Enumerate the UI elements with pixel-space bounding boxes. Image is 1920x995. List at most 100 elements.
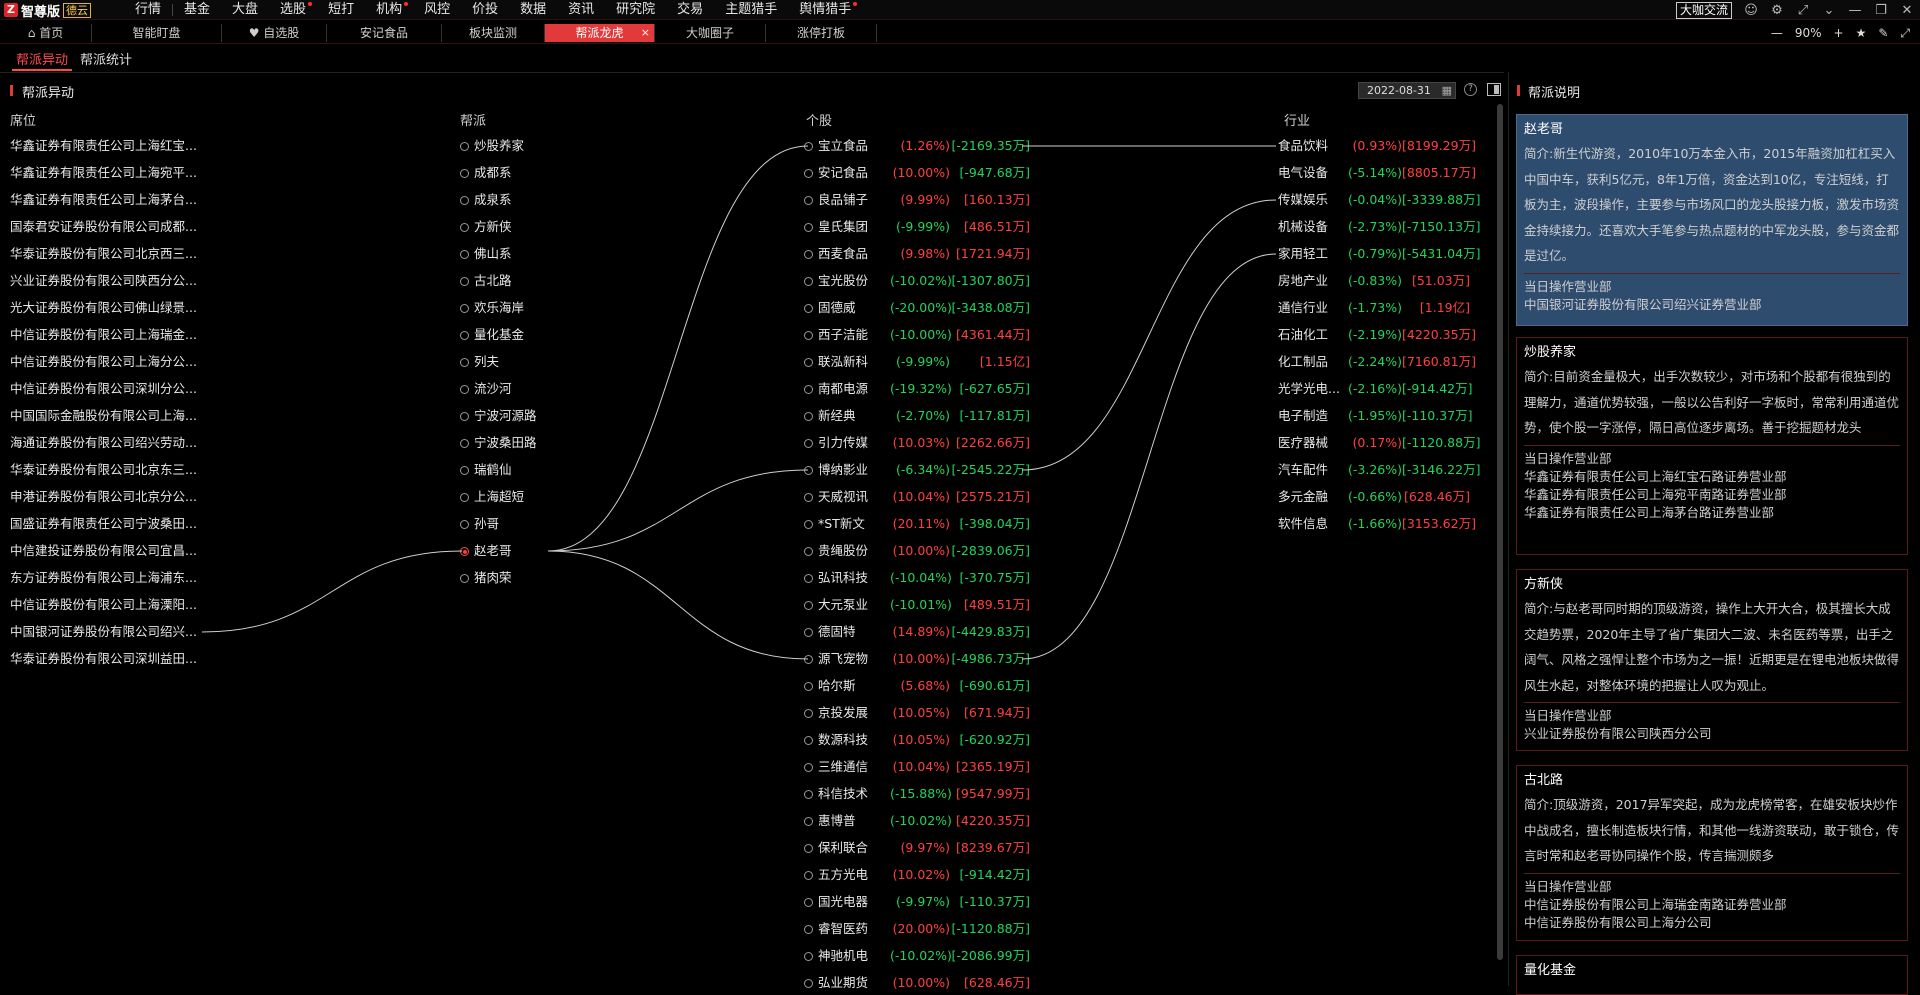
- radio-button[interactable]: [804, 439, 813, 448]
- stock-row[interactable]: 大元泵业 (-10.01%) [489.51万]: [804, 595, 1030, 615]
- menu-item[interactable]: 短打: [317, 0, 365, 20]
- date-picker[interactable]: 2022-08-31 ▦: [1358, 82, 1456, 99]
- menu-item[interactable]: 选股: [269, 0, 317, 20]
- radio-button[interactable]: [804, 574, 813, 583]
- gang-item[interactable]: 列夫: [460, 352, 499, 372]
- menu-item[interactable]: 风控: [413, 0, 461, 20]
- stock-row[interactable]: 弘讯科技 (-10.04%) [-370.75万]: [804, 568, 1030, 588]
- industry-row[interactable]: 家用轻工 (-0.79%)[-5431.04万]: [1278, 244, 1480, 264]
- stock-row[interactable]: 五方光电 (10.02%) [-914.42万]: [804, 865, 1030, 885]
- stock-row[interactable]: 宝立食品 (1.26%) [-2169.35万]: [804, 136, 1030, 156]
- radio-button[interactable]: [460, 277, 469, 286]
- settings-icon[interactable]: ⚙: [1770, 3, 1784, 18]
- gang-item[interactable]: 成泉系: [460, 190, 512, 210]
- gang-card[interactable]: 赵老哥 简介:新生代游资，2010年10万本金入市，2015年融资加杠杠买入中国中…: [1516, 114, 1908, 326]
- gang-card[interactable]: 古北路 简介:顶级游资，2017异军突起，成为龙虎榜常客，在雄安板块炒作中战成名，…: [1516, 765, 1908, 941]
- stock-row[interactable]: 国光电器 (-9.97%) [-110.37万]: [804, 892, 1030, 912]
- seat-item[interactable]: 华泰证券股份有限公司北京西三...: [10, 244, 210, 264]
- radio-button[interactable]: [460, 250, 469, 259]
- industry-row[interactable]: 石油化工 (-2.19%)[4220.35万]: [1278, 325, 1476, 345]
- radio-button[interactable]: [804, 196, 813, 205]
- stock-row[interactable]: 宝光股份 (-10.02%)[-1307.80万]: [804, 271, 1030, 291]
- subtab-0[interactable]: 帮派异动: [12, 51, 73, 71]
- menu-item[interactable]: 行情: [124, 0, 172, 20]
- menu-item[interactable]: 研究院: [605, 0, 666, 20]
- star-icon[interactable]: ★: [1856, 26, 1867, 40]
- gang-item[interactable]: 赵老哥: [460, 541, 512, 561]
- seat-item[interactable]: 海通证券股份有限公司绍兴劳动...: [10, 433, 210, 453]
- radio-button[interactable]: [804, 655, 813, 664]
- menu-item[interactable]: 主题猎手: [714, 0, 788, 20]
- radio-button[interactable]: [460, 493, 469, 502]
- industry-row[interactable]: 汽车配件 (-3.26%)[-3146.22万]: [1278, 460, 1480, 480]
- stock-row[interactable]: 弘业期货 (10.00%) [628.46万]: [804, 973, 1030, 993]
- help-icon[interactable]: ?: [1464, 83, 1477, 96]
- stock-row[interactable]: 保利联合 (9.97%) [8239.67万]: [804, 838, 1030, 858]
- radio-button[interactable]: [804, 223, 813, 232]
- industry-row[interactable]: 电子制造 (-1.95%)[-110.37万]: [1278, 406, 1473, 426]
- radio-button[interactable]: [804, 466, 813, 475]
- gang-item[interactable]: 量化基金: [460, 325, 524, 345]
- radio-button[interactable]: [804, 520, 813, 529]
- menu-item[interactable]: 机构: [365, 0, 413, 20]
- stock-row[interactable]: *ST新文 (20.11%) [-398.04万]: [804, 514, 1030, 534]
- seat-item[interactable]: 中信证券股份有限公司上海溧阳...: [10, 595, 210, 615]
- radio-button[interactable]: [460, 412, 469, 421]
- app-logo[interactable]: Z 智尊版 德云: [4, 2, 92, 20]
- tab-5[interactable]: 帮派龙虎 ×: [545, 24, 655, 42]
- gang-item[interactable]: 方新侠: [460, 217, 512, 237]
- radio-button[interactable]: [460, 196, 469, 205]
- stock-row[interactable]: 安记食品 (10.00%) [-947.68万]: [804, 163, 1030, 183]
- industry-row[interactable]: 房地产业 (-0.83%) [51.03万]: [1278, 271, 1470, 291]
- radio-button[interactable]: [804, 817, 813, 826]
- radio-button[interactable]: [460, 466, 469, 475]
- stock-row[interactable]: 睿智医药 (20.00%) [-1120.88万]: [804, 919, 1030, 939]
- tab-2[interactable]: ♥ 自选股: [222, 24, 327, 42]
- stock-row[interactable]: 神驰机电 (-10.02%)[-2086.99万]: [804, 946, 1030, 966]
- tab-6[interactable]: 大咖圈子: [655, 24, 766, 42]
- industry-row[interactable]: 电气设备 (-5.14%)[8805.17万]: [1278, 163, 1476, 183]
- stock-row[interactable]: 联泓新科 (-9.99%) [1.15亿]: [804, 352, 1030, 372]
- radio-button[interactable]: [804, 250, 813, 259]
- seat-item[interactable]: 国泰君安证券股份有限公司成都...: [10, 217, 210, 237]
- expert-exchange-button[interactable]: 大咖交流: [1675, 1, 1732, 19]
- gang-item[interactable]: 欢乐海岸: [460, 298, 524, 318]
- radio-button[interactable]: [804, 331, 813, 340]
- gang-item[interactable]: 宁波河源路: [460, 406, 537, 426]
- radio-button[interactable]: [804, 925, 813, 934]
- menu-item[interactable]: 资讯: [557, 0, 605, 20]
- industry-row[interactable]: 传媒娱乐 (-0.04%)[-3339.88万]: [1278, 190, 1480, 210]
- radio-button[interactable]: [460, 358, 469, 367]
- radio-button[interactable]: [460, 223, 469, 232]
- seat-item[interactable]: 中信证券股份有限公司上海分公...: [10, 352, 210, 372]
- radio-button[interactable]: [460, 547, 469, 556]
- radio-button[interactable]: [804, 709, 813, 718]
- tab-7[interactable]: 涨停打板: [766, 24, 877, 42]
- radio-button[interactable]: [804, 736, 813, 745]
- seat-item[interactable]: 兴业证券股份有限公司陕西分公...: [10, 271, 210, 291]
- menu-item[interactable]: 大盘: [221, 0, 269, 20]
- seat-item[interactable]: 中信建投证券股份有限公司宜昌...: [10, 541, 210, 561]
- close-icon[interactable]: ✕: [1900, 3, 1914, 18]
- menu-item[interactable]: 交易: [666, 0, 714, 20]
- radio-button[interactable]: [804, 844, 813, 853]
- radio-button[interactable]: [804, 871, 813, 880]
- tab-1[interactable]: 智能盯盘: [92, 24, 222, 42]
- radio-button[interactable]: [804, 142, 813, 151]
- main-scrollbar[interactable]: [1497, 104, 1503, 960]
- menu-item[interactable]: 基金: [173, 0, 221, 20]
- gang-item[interactable]: 瑞鹤仙: [460, 460, 512, 480]
- industry-row[interactable]: 食品饮料 (0.93%)[8199.29万]: [1278, 136, 1476, 156]
- stock-row[interactable]: 天威视讯 (10.04%) [2575.21万]: [804, 487, 1030, 507]
- stock-row[interactable]: 惠博普 (-10.02%) [4220.35万]: [804, 811, 1030, 831]
- layout-toggle-icon[interactable]: [1487, 83, 1501, 96]
- stock-row[interactable]: 三维通信 (10.04%) [2365.19万]: [804, 757, 1030, 777]
- zoom-out-icon[interactable]: —: [1771, 26, 1783, 40]
- seat-item[interactable]: 中信证券股份有限公司深圳分公...: [10, 379, 210, 399]
- stock-row[interactable]: 皇氏集团 (-9.99%) [486.51万]: [804, 217, 1030, 237]
- stock-row[interactable]: 贵绳股份 (10.00%) [-2839.06万]: [804, 541, 1030, 561]
- seat-item[interactable]: 华泰证券股份有限公司深圳益田...: [10, 649, 210, 669]
- gang-item[interactable]: 古北路: [460, 271, 512, 291]
- subtab-1[interactable]: 帮派统计: [76, 51, 136, 71]
- radio-button[interactable]: [804, 763, 813, 772]
